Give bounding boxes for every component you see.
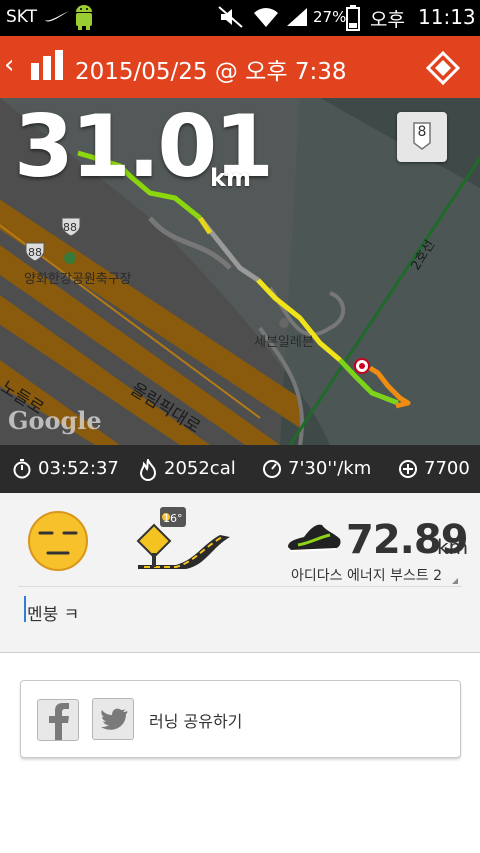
google-logo: Google (8, 406, 102, 435)
battery-percent: 27% (313, 8, 347, 26)
facebook-icon (49, 703, 69, 740)
running-shoe-icon[interactable] (286, 517, 342, 557)
fuel-plus-icon (399, 460, 417, 478)
bar-chart-logo-icon (31, 50, 63, 80)
text-cursor (24, 596, 26, 622)
mute-icon (218, 6, 243, 28)
carrier-label: SKT (6, 7, 38, 27)
run-stats-bar: 03:52:37 2052cal 7'30''/km 7700 (0, 445, 480, 493)
seven-eleven-label: 세븐일레븐 (254, 335, 314, 350)
shoe-name[interactable]: 아디다스 에너지 부스트 2 (291, 565, 442, 585)
park-label: 양화한강공원축구장 (24, 272, 132, 287)
shoe-distance-unit: km (437, 535, 469, 559)
share-run-label: 러닝 공유하기 (149, 712, 243, 731)
speedometer-icon (263, 460, 281, 478)
weather-road-icon[interactable] (136, 507, 232, 571)
stopwatch-icon (13, 459, 31, 479)
route-88-label-2: 88 (28, 246, 42, 259)
run-date-title: 2015/05/25 @ 오후 7:38 (75, 59, 347, 85)
wifi-icon (254, 8, 278, 27)
twitter-bird-icon (101, 708, 128, 730)
battery-icon (346, 5, 360, 31)
android-icon (76, 5, 92, 30)
app-header: ‹ 2015/05/25 @ 오후 7:38 (0, 36, 480, 98)
flame-icon (139, 459, 157, 481)
total-distance-unit: km (210, 164, 251, 192)
back-icon[interactable]: ‹ (4, 50, 14, 80)
fuel-value: 7700 (424, 458, 470, 479)
pace-value: 7'30''/km (288, 458, 372, 479)
run-details: 16° 72.89 km 아디다스 에너지 부스트 2 멘붕 ㅋ (0, 493, 480, 653)
twitter-button[interactable] (92, 698, 134, 740)
mood-face-icon[interactable] (26, 509, 90, 573)
details-divider (18, 586, 462, 587)
signal-icon (287, 8, 307, 26)
route-map[interactable]: 31.01 km 8 88 88 양화한강공원축구장 세븐일레븐 올림픽대로 노… (0, 98, 480, 445)
run-note-field[interactable]: 멘붕 ㅋ (27, 600, 79, 625)
route-88-label: 88 (63, 221, 77, 234)
shoe-badge-number: 8 (417, 124, 427, 140)
weather-temperature: 16° (163, 512, 183, 525)
status-bar: SKT 27% 오후 11:13 (0, 0, 480, 36)
facebook-button[interactable] (37, 699, 79, 741)
route-diamond-icon[interactable] (426, 51, 460, 85)
nike-swoosh-icon (45, 11, 69, 22)
duration-value: 03:52:37 (38, 458, 119, 479)
share-run-box[interactable]: 러닝 공유하기 (20, 680, 461, 758)
clock-ampm: 오후 (370, 9, 405, 31)
clock-time: 11:13 (418, 5, 476, 29)
calories-value: 2052cal (164, 458, 236, 479)
shoe-dropdown-caret-icon[interactable] (452, 578, 458, 584)
shoe-badge-button[interactable]: 8 (397, 112, 447, 162)
